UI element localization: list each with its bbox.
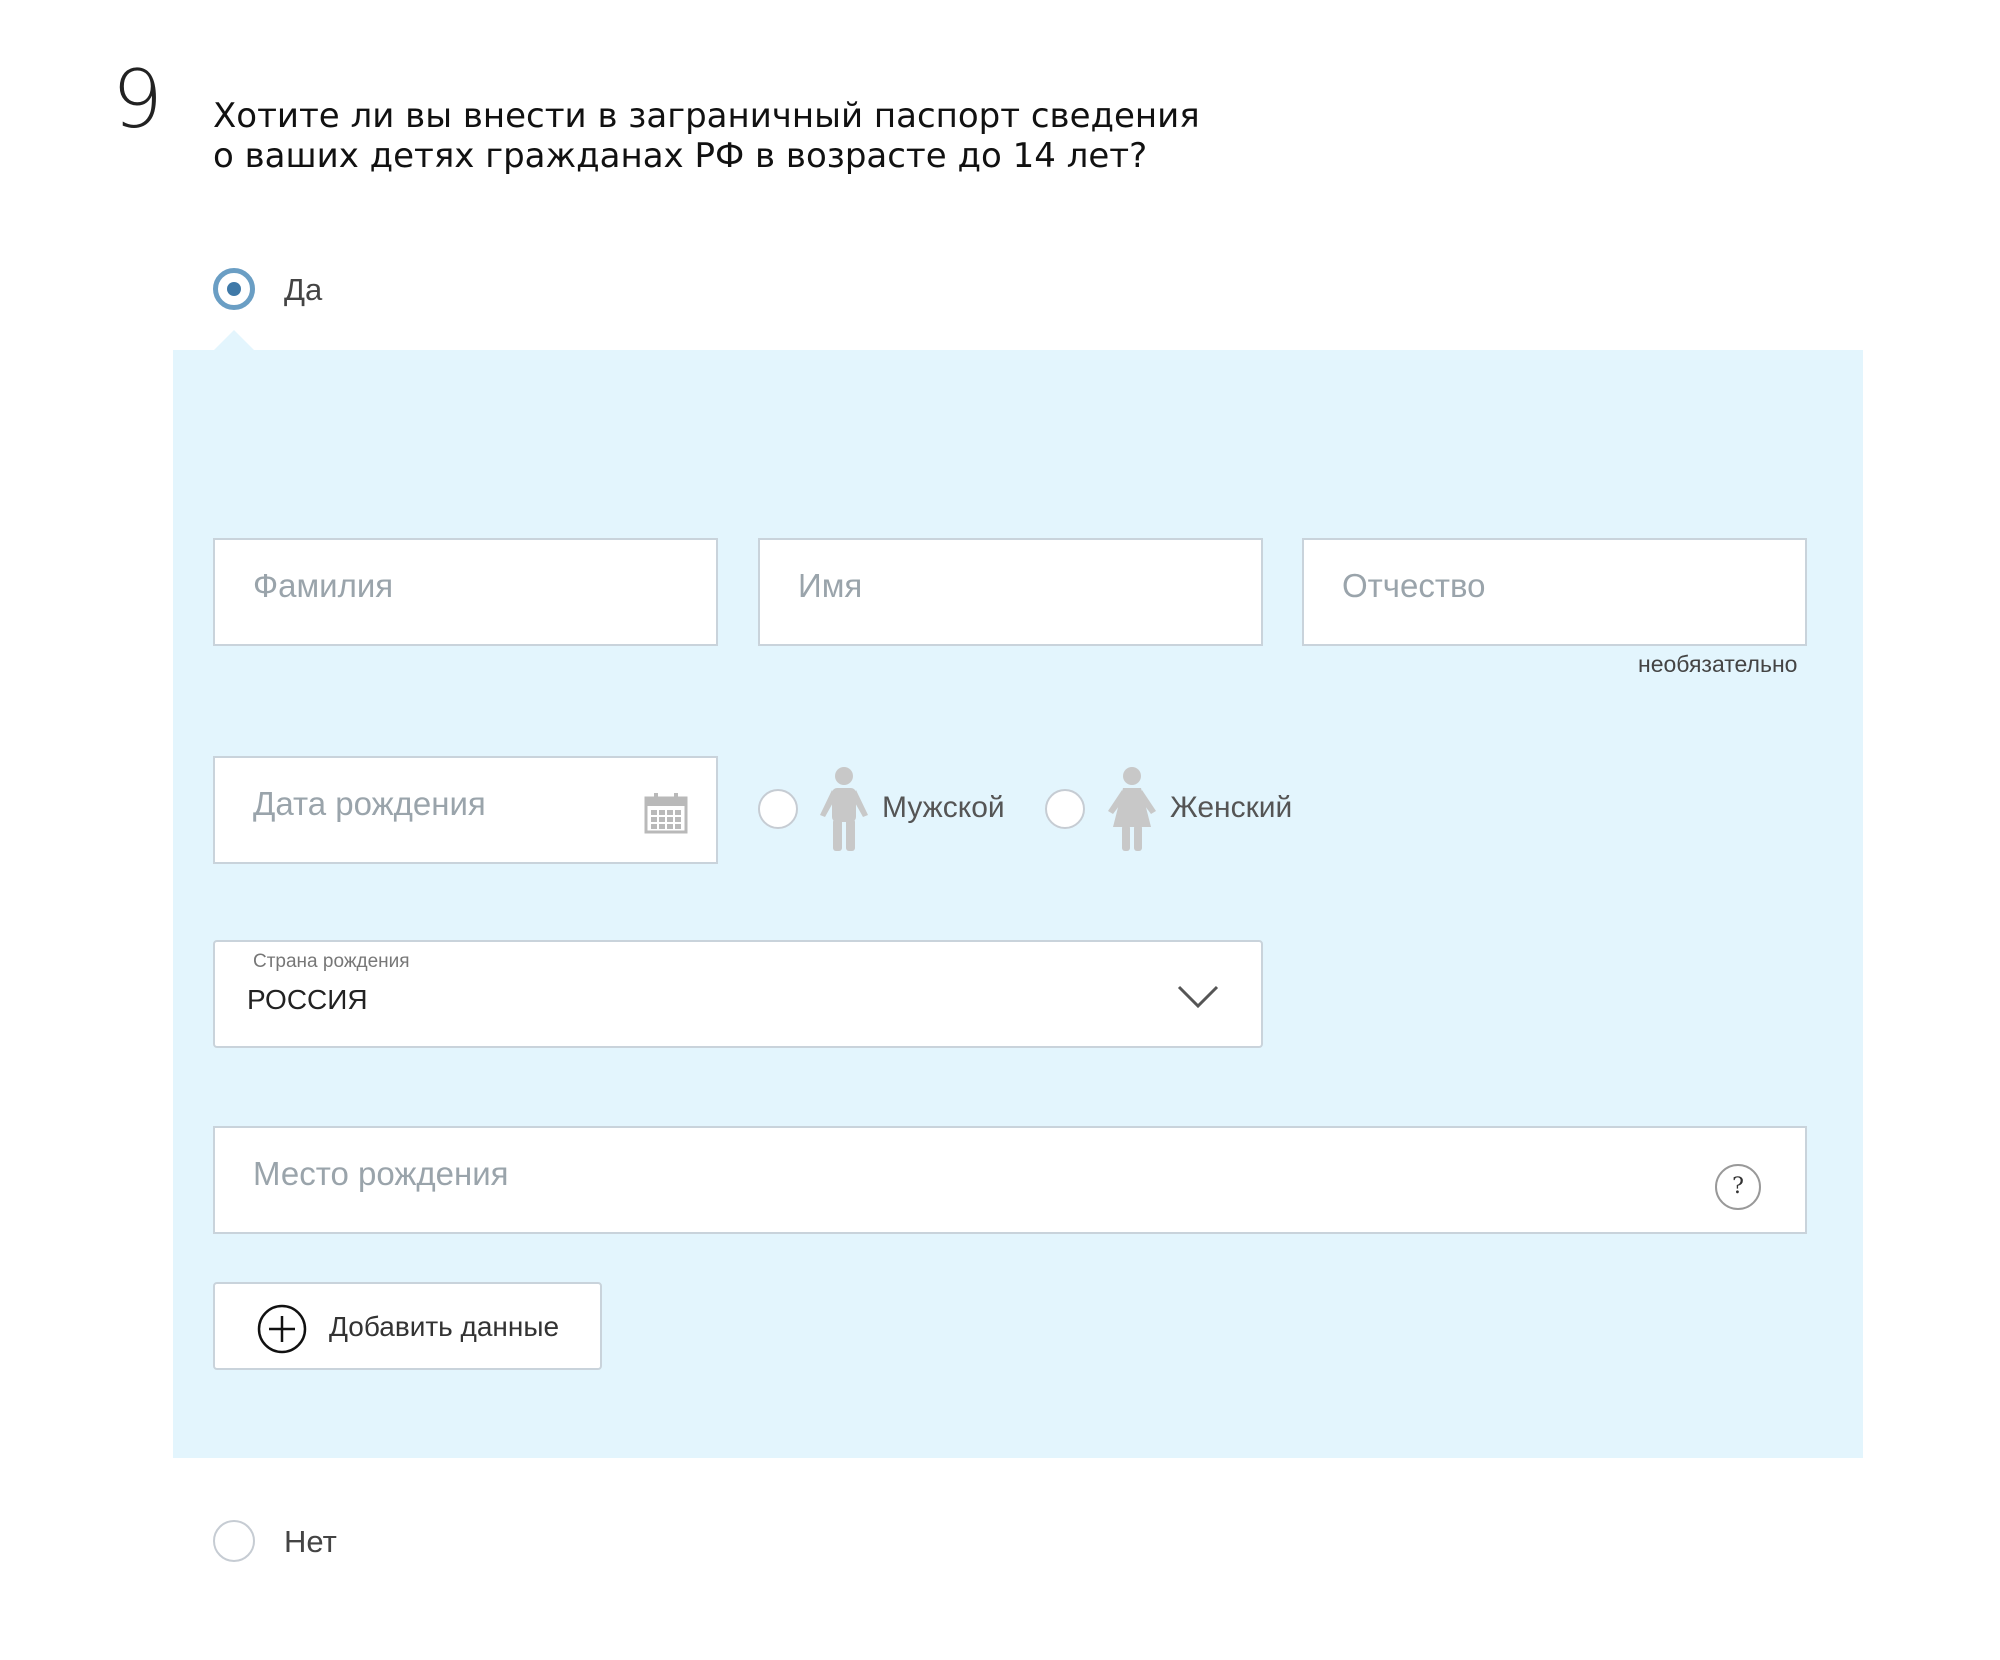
female-radio[interactable] — [1045, 789, 1085, 829]
birth-country-value: РОССИЯ — [247, 984, 368, 1015]
first-name-input[interactable]: Имя — [758, 538, 1263, 646]
patronymic-placeholder: Отчество — [1342, 567, 1486, 604]
no-radio[interactable] — [213, 1520, 255, 1562]
step-number: 9 — [112, 53, 163, 146]
male-radio[interactable] — [758, 789, 798, 829]
help-icon[interactable]: ? — [1715, 1164, 1761, 1210]
birth-date-placeholder: Дата рождения — [253, 785, 486, 822]
plus-circle-icon — [257, 1304, 307, 1354]
last-name-placeholder: Фамилия — [253, 567, 394, 604]
birth-country-label: Страна рождения — [253, 951, 410, 972]
yes-label[interactable]: Да — [284, 270, 322, 310]
question-text: Хотите ли вы внести в заграничный паспор… — [213, 96, 1200, 176]
male-label[interactable]: Мужской — [882, 788, 1005, 828]
birth-date-input[interactable]: Дата рождения — [213, 756, 718, 864]
female-label[interactable]: Женский — [1170, 788, 1292, 828]
add-data-label: Добавить данные — [329, 1311, 560, 1342]
yes-radio[interactable] — [213, 268, 255, 310]
panel-pointer — [214, 330, 254, 350]
last-name-input[interactable]: Фамилия — [213, 538, 718, 646]
add-data-button[interactable]: Добавить данные — [213, 1282, 602, 1370]
girl-icon — [1108, 767, 1156, 851]
patronymic-optional-hint: необязательно — [1638, 651, 1798, 677]
patronymic-input[interactable]: Отчество — [1302, 538, 1807, 646]
birth-place-placeholder: Место рождения — [253, 1155, 509, 1192]
birth-country-select[interactable]: Страна рождения РОССИЯ — [213, 940, 1263, 1048]
boy-icon — [820, 767, 868, 851]
no-label[interactable]: Нет — [284, 1522, 337, 1562]
birth-place-input[interactable]: Место рождения ? — [213, 1126, 1807, 1234]
first-name-placeholder: Имя — [798, 567, 863, 604]
chevron-down-icon[interactable] — [1177, 984, 1219, 1010]
calendar-icon[interactable] — [644, 792, 688, 834]
